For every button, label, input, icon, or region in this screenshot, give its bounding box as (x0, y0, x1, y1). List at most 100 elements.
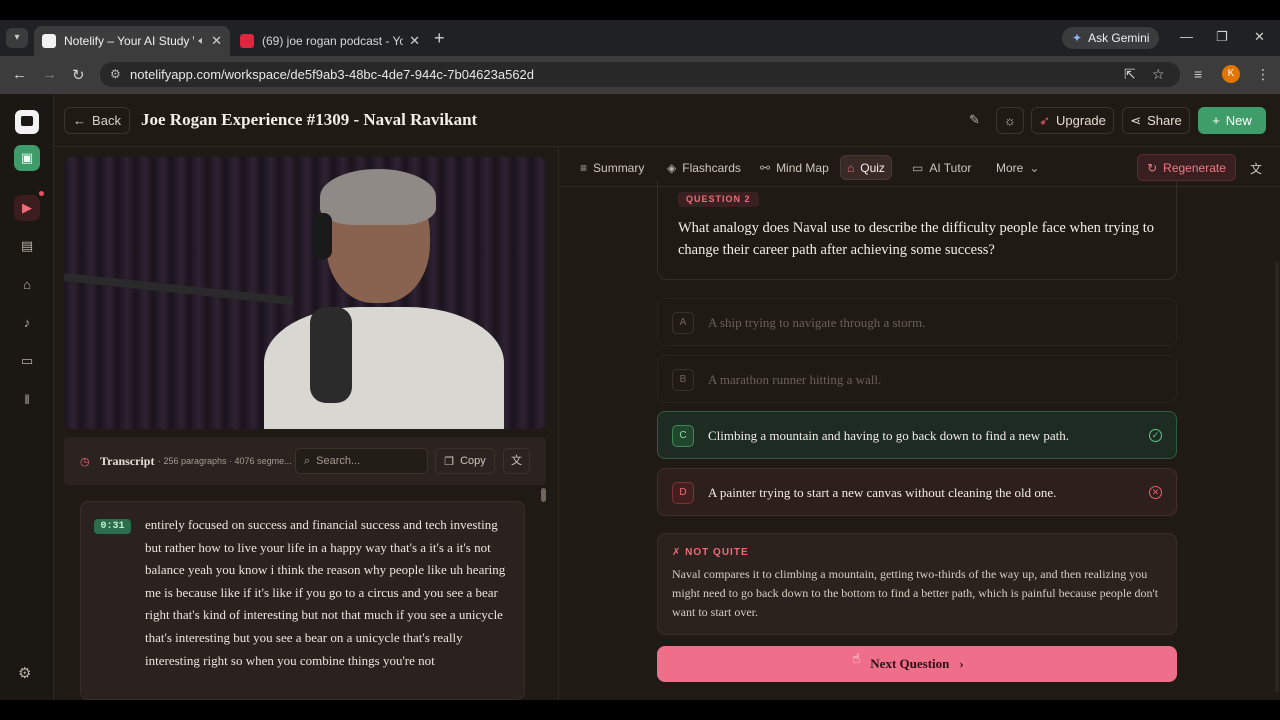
transcript-search[interactable]: ⌕ (295, 448, 428, 474)
notelify-logo-icon[interactable] (15, 110, 39, 134)
microphone-icon[interactable]: ♪ (14, 309, 40, 335)
theme-toggle-sun-icon[interactable]: ☼ (996, 107, 1024, 134)
minimize-icon[interactable]: — (1180, 29, 1193, 44)
youtube-favicon-icon (240, 34, 254, 48)
mouse-pointer-icon: ☝ (852, 650, 861, 666)
quiz-scrollbar[interactable] (1275, 262, 1279, 692)
window-close-icon[interactable]: ✕ (1254, 29, 1265, 45)
site-settings-icon[interactable]: ⚙ (110, 67, 121, 81)
option-letter: A (672, 312, 694, 334)
video-person-hair (320, 169, 436, 225)
tab-title: Notelify – Your AI Study Wo (64, 34, 194, 48)
flashcards-stack-icon: ◈ (667, 160, 677, 175)
plus-icon: + (1212, 113, 1220, 128)
edit-pencil-icon[interactable]: ✎ (969, 112, 980, 128)
browser-tab-youtube[interactable]: (69) joe rogan podcast - YouTu ✕ (232, 26, 428, 56)
back-label: Back (92, 113, 121, 128)
summary-lines-icon: ≡ (580, 160, 588, 175)
tab-summary[interactable]: ≡ Summary (574, 155, 650, 180)
tab-quiz[interactable]: ⌂ Quiz (840, 155, 892, 180)
tab-flashcards[interactable]: ◈ Flashcards (661, 155, 747, 180)
tab-title: (69) joe rogan podcast - YouTu (262, 34, 404, 48)
transcript-timestamp[interactable]: 0:31 (94, 519, 131, 534)
back-arrow-icon[interactable]: ← (12, 66, 27, 83)
left-rail: ▣ ▶ ▤ ⌂ ♪ ▭ ‖ (0, 94, 54, 700)
transcript-scrollbar[interactable] (541, 488, 546, 502)
tab-search-dropdown-icon[interactable]: ▾ (6, 28, 28, 48)
video-microphone (310, 307, 352, 403)
translate-icon[interactable]: 文 (1250, 160, 1262, 177)
chat-icon[interactable]: ▭ (14, 348, 40, 374)
library-icon[interactable]: ‖ (14, 386, 40, 412)
chevron-right-icon: › (959, 656, 964, 671)
gemini-label: Ask Gemini (1088, 31, 1150, 45)
feedback-title: ✗ NOT QUITE (672, 547, 749, 558)
profile-avatar[interactable]: K (1222, 65, 1240, 83)
answer-option-a[interactable]: A A ship trying to navigate through a st… (657, 298, 1177, 346)
page-title: Joe Rogan Experience #1309 - Naval Ravik… (141, 110, 478, 129)
clock-icon: ◷ (80, 456, 90, 468)
feedback-text: Naval compares it to climbing a mountain… (672, 567, 1159, 619)
next-question-label: Next Question (870, 656, 950, 671)
tab-label: Quiz (860, 160, 885, 175)
refresh-icon: ↻ (1147, 160, 1158, 175)
option-letter: D (672, 482, 694, 504)
ask-gemini-button[interactable]: ✦ Ask Gemini (1062, 27, 1160, 49)
browser-menu-icon[interactable]: ⋮ (1256, 66, 1270, 83)
url-omnibox[interactable]: ⚙ notelifyapp.com/workspace/de5f9ab3-48b… (100, 62, 1180, 87)
graduation-cap-icon: ⌂ (847, 160, 855, 175)
regenerate-button[interactable]: ↻ Regenerate (1137, 154, 1236, 181)
bookmark-star-icon[interactable]: ☆ (1152, 66, 1165, 83)
settings-gear-icon[interactable]: ⚙ (18, 664, 31, 682)
upgrade-label: Upgrade (1056, 113, 1106, 128)
answer-option-b[interactable]: B A marathon runner hitting a wall. (657, 355, 1177, 403)
upgrade-button[interactable]: ➶ Upgrade (1031, 107, 1114, 134)
copy-button[interactable]: ❐ Copy (435, 448, 495, 474)
document-icon[interactable]: ▤ (14, 233, 40, 259)
tab-ai-tutor[interactable]: ▭ AI Tutor (906, 155, 977, 180)
regenerate-label: Regenerate (1163, 160, 1226, 175)
video-icon[interactable]: ▶ (14, 195, 40, 221)
question-number-badge: QUESTION 2 (678, 192, 759, 207)
sidebar-toggle-icon[interactable]: ▣ (14, 145, 40, 171)
question-text: What analogy does Naval use to describe … (678, 220, 1155, 258)
screen-bottom-strip (0, 700, 1280, 720)
x-circle-icon: ✕ (1149, 486, 1162, 499)
answer-option-c[interactable]: C Climbing a mountain and having to go b… (657, 411, 1177, 459)
gemini-sparkle-icon: ✦ (1072, 31, 1083, 45)
tab-more[interactable]: More ⌄ (990, 155, 1045, 180)
new-tab-icon[interactable]: + (434, 28, 445, 48)
next-question-button[interactable]: Next Question › (657, 646, 1177, 682)
share-button[interactable]: ⋖ Share (1122, 107, 1190, 134)
install-app-icon[interactable]: ⇱ (1124, 66, 1136, 83)
check-circle-icon: ✓ (1149, 429, 1162, 442)
tab-close-icon[interactable]: ✕ (211, 33, 222, 49)
browser-tab-notelify[interactable]: Notelify – Your AI Study Wo 🔈︎ ✕ (34, 26, 230, 56)
media-queue-icon[interactable]: ≡ (1194, 66, 1202, 82)
transcript-text: entirely focused on success and financia… (145, 517, 506, 668)
back-button[interactable]: ← Back (64, 107, 130, 134)
tab-mind-map[interactable]: ⚯ Mind Map (754, 155, 835, 180)
url-text: notelifyapp.com/workspace/de5f9ab3-48bc-… (130, 67, 535, 82)
notification-dot (39, 191, 44, 196)
video-person-body (264, 307, 504, 429)
speaker-icon[interactable]: 🔈︎ (198, 35, 205, 48)
restore-icon[interactable]: ❐ (1216, 29, 1228, 45)
option-text: A painter trying to start a new canvas w… (708, 485, 1057, 500)
reload-icon[interactable]: ↻ (72, 66, 85, 84)
tab-label: Flashcards (682, 160, 741, 175)
tab-label: Summary (593, 160, 645, 175)
notelify-favicon-icon (42, 34, 56, 48)
copy-icon: ❐ (444, 455, 455, 468)
answer-option-d[interactable]: D A painter trying to start a new canvas… (657, 468, 1177, 516)
video-player[interactable] (64, 157, 546, 429)
tab-close-icon[interactable]: ✕ (409, 33, 420, 49)
new-label: New (1225, 113, 1252, 128)
transcript-search-input[interactable] (316, 455, 412, 467)
graduation-cap-icon[interactable]: ⌂ (14, 271, 40, 297)
option-text: Climbing a mountain and having to go bac… (708, 428, 1070, 443)
tab-label: AI Tutor (929, 160, 972, 175)
forward-arrow-icon[interactable]: → (42, 66, 57, 83)
translate-icon[interactable]: 文 (503, 448, 530, 474)
new-button[interactable]: + New (1198, 107, 1266, 134)
